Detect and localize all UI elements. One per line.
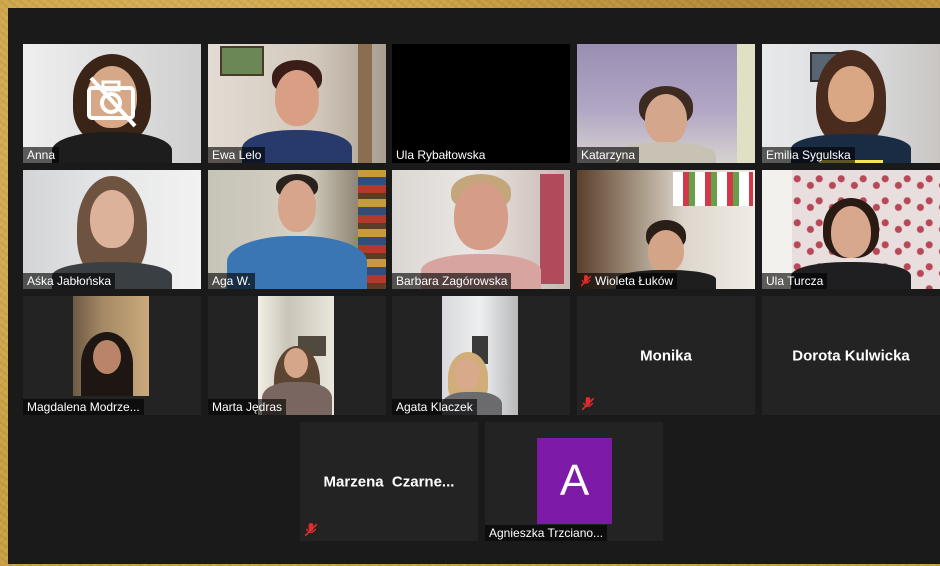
wall-shelf — [673, 172, 753, 206]
participant-tile-emilia-sygulska[interactable]: Emilia Sygulska — [762, 44, 940, 163]
participant-tile-aska-jablonska[interactable]: Aśka Jabłońska — [23, 170, 201, 289]
participant-tile-agnieszka-trzciano[interactable]: A Agnieszka Trzciano... — [485, 422, 663, 541]
window — [762, 170, 792, 289]
participant-tile-anna[interactable]: Anna — [23, 44, 201, 163]
participant-name: Ula Turcza — [762, 273, 828, 289]
avatar: A — [537, 438, 612, 524]
participant-tile-marta-jedras[interactable]: Marta Jędras — [208, 296, 386, 415]
video-feed — [258, 296, 334, 415]
participant-tile-dorota-kulwicka[interactable]: Dorota Kulwicka — [762, 296, 940, 415]
participant-tile-ula-turcza[interactable]: Ula Turcza — [762, 170, 940, 289]
participant-tile-wioleta-lukow[interactable]: Wioleta Łuków — [577, 170, 755, 289]
door-frame — [737, 44, 755, 163]
video-gallery: Anna Ewa Lelo Ula Rybałtowska Katarzyna — [8, 8, 940, 564]
participant-name: Aga W. — [208, 273, 255, 289]
participant-name: Aśka Jabłońska — [23, 273, 116, 289]
wall-frame — [358, 44, 372, 163]
participant-name: Anna — [23, 147, 60, 163]
participant-name: Ula Rybałtowska — [392, 147, 490, 163]
participant-name: Katarzyna — [577, 147, 640, 163]
participant-tile-marzena-czarne[interactable]: Marzena Czarne... — [300, 422, 478, 541]
window-curtain — [540, 174, 564, 284]
participant-tile-agata-klaczek[interactable]: Agata Klaczek — [392, 296, 570, 415]
participant-name: Wioleta Łuków — [577, 273, 678, 289]
participant-tile-ewa-lelo[interactable]: Ewa Lelo — [208, 44, 386, 163]
participant-name: Agata Klaczek — [392, 399, 477, 415]
participant-tile-monika[interactable]: Monika — [577, 296, 755, 415]
participant-tile-katarzyna[interactable]: Katarzyna — [577, 44, 755, 163]
muted-mic-icon — [582, 397, 594, 411]
video-feed — [73, 296, 149, 396]
participant-tile-magdalena-modrze[interactable]: Magdalena Modrze... — [23, 296, 201, 415]
participant-name-center: Dorota Kulwicka — [792, 347, 910, 364]
video-feed — [442, 296, 518, 415]
muted-mic-icon — [581, 275, 591, 287]
participant-tile-barbara-zagorowska[interactable]: Barbara Zagórowska — [392, 170, 570, 289]
muted-mic-icon — [305, 523, 317, 537]
participant-name: Magdalena Modrze... — [23, 399, 144, 415]
participant-name: Ewa Lelo — [208, 147, 266, 163]
participant-name: Emilia Sygulska — [762, 147, 855, 163]
camera-off-icon — [87, 76, 137, 128]
participant-name-center: Marzena Czarne... — [323, 473, 455, 490]
participant-name: Barbara Zagórowska — [392, 273, 512, 289]
participant-name: Marta Jędras — [208, 399, 287, 415]
participant-name-center: Monika — [640, 347, 692, 364]
participant-tile-ula-rybaltowska[interactable]: Ula Rybałtowska — [392, 44, 570, 163]
participant-tile-aga-w[interactable]: Aga W. — [208, 170, 386, 289]
participant-name: Agnieszka Trzciano... — [485, 525, 608, 541]
